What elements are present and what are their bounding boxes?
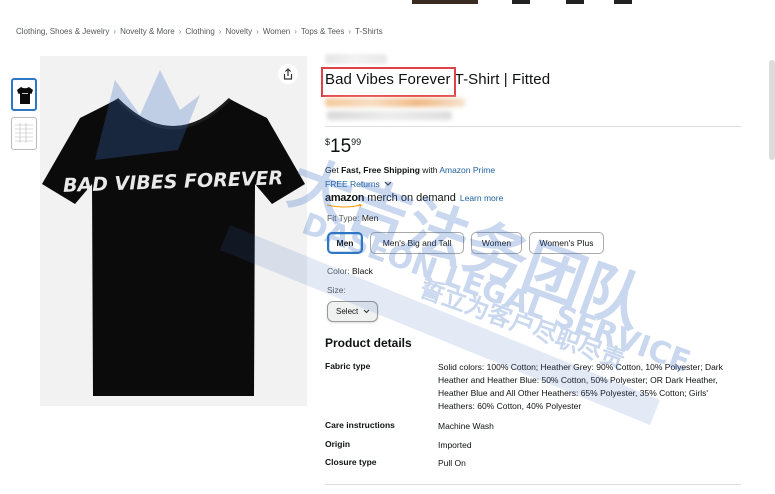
share-button[interactable] <box>278 64 298 84</box>
chevron-down-icon <box>363 309 370 314</box>
detail-key: Care instructions <box>325 420 395 430</box>
detail-value: Pull On <box>438 458 466 468</box>
detail-value: Machine Wash <box>438 421 494 431</box>
merch-text: merch on demand <box>364 192 456 204</box>
fit-option-men[interactable]: Men <box>327 232 363 254</box>
breadcrumb-separator: › <box>294 27 297 36</box>
detail-key: Closure type <box>325 457 377 467</box>
merch-on-demand: amazon merch on demand Learn more <box>325 192 503 208</box>
price-fraction: 99 <box>351 137 362 147</box>
shipping-mid: with <box>419 165 440 175</box>
price-symbol: $ <box>325 137 331 147</box>
divider <box>325 484 741 485</box>
detail-value: Imported <box>438 440 472 450</box>
shipping-bold: Fast, Free Shipping <box>341 165 420 175</box>
detail-key: Origin <box>325 439 351 449</box>
shipping-info: Get Fast, Free Shipping with Amazon Prim… <box>325 165 495 175</box>
color-label: Color: Black <box>327 266 373 276</box>
breadcrumb-item[interactable]: T-Shirts <box>355 27 383 36</box>
fit-option-mens-big-tall[interactable]: Men's Big and Tall <box>370 232 464 254</box>
scrollbar[interactable] <box>769 60 775 160</box>
thumbnail-size-chart[interactable] <box>11 117 37 150</box>
fit-type-key: Fit Type: <box>327 213 362 223</box>
shipping-prefix: Get <box>325 165 342 175</box>
breadcrumb-item[interactable]: Novelty & More <box>120 27 175 36</box>
color-value: Black <box>352 266 373 276</box>
fit-option-women[interactable]: Women <box>471 232 522 254</box>
sales-info-blurred <box>327 111 452 120</box>
price-whole: 15 <box>330 136 352 157</box>
title-highlight-box <box>321 67 456 97</box>
fit-type-value: Men <box>361 213 379 223</box>
detail-value: Solid colors: 100% Cotton; Heather Grey:… <box>438 362 723 411</box>
size-label: Size: <box>327 285 346 295</box>
size-dropdown[interactable]: Select <box>327 301 378 322</box>
learn-more-link[interactable]: Learn more <box>460 193 503 203</box>
price: $1599 <box>325 136 361 158</box>
breadcrumb-separator: › <box>348 27 352 36</box>
breadcrumb-item[interactable]: Women <box>263 27 290 36</box>
free-returns-link[interactable]: FREE Returns <box>325 179 392 189</box>
store-link-blurred <box>325 54 387 64</box>
chevron-down-icon <box>384 181 392 186</box>
top-strip <box>0 0 775 4</box>
product-details-heading: Product details <box>325 336 412 350</box>
fit-type-label: Fit Type: Men <box>327 213 378 223</box>
divider <box>325 126 741 127</box>
returns-label: FREE Returns <box>325 179 380 189</box>
detail-key: Fabric type <box>325 361 371 371</box>
thumbnail-front[interactable] <box>11 78 37 111</box>
share-icon <box>283 68 293 80</box>
amazon-prime-link[interactable]: Amazon Prime <box>439 165 495 175</box>
breadcrumb: Clothing, Shoes & Jewelry › Novelty & More… <box>16 27 383 36</box>
breadcrumb-item[interactable]: Clothing <box>185 27 214 36</box>
main-product-image[interactable]: BAD VIBES FOREVER <box>40 56 307 406</box>
breadcrumb-item[interactable]: Clothing, Shoes & Jewelry <box>16 27 109 36</box>
breadcrumb-separator: › <box>178 27 182 36</box>
breadcrumb-separator: › <box>218 27 222 36</box>
size-chart-icon <box>15 123 33 143</box>
breadcrumb-separator: › <box>256 27 259 36</box>
amazon-logo: amazon <box>325 192 365 204</box>
breadcrumb-item[interactable]: Tops & Tees <box>301 27 344 36</box>
breadcrumb-separator: › <box>113 27 117 36</box>
size-select-value: Select <box>336 307 359 316</box>
breadcrumb-item[interactable]: Novelty <box>225 27 252 36</box>
rating-blurred <box>325 98 465 107</box>
watermark-text-slogan: 誓立为客户尽职尽责 <box>416 274 629 374</box>
color-key: Color: <box>327 266 353 276</box>
tshirt-image: BAD VIBES FOREVER <box>42 97 305 396</box>
fit-option-womens-plus[interactable]: Women's Plus <box>529 232 604 254</box>
amazon-smile-icon <box>326 204 363 208</box>
shirt-thumbnail-icon <box>17 87 33 104</box>
